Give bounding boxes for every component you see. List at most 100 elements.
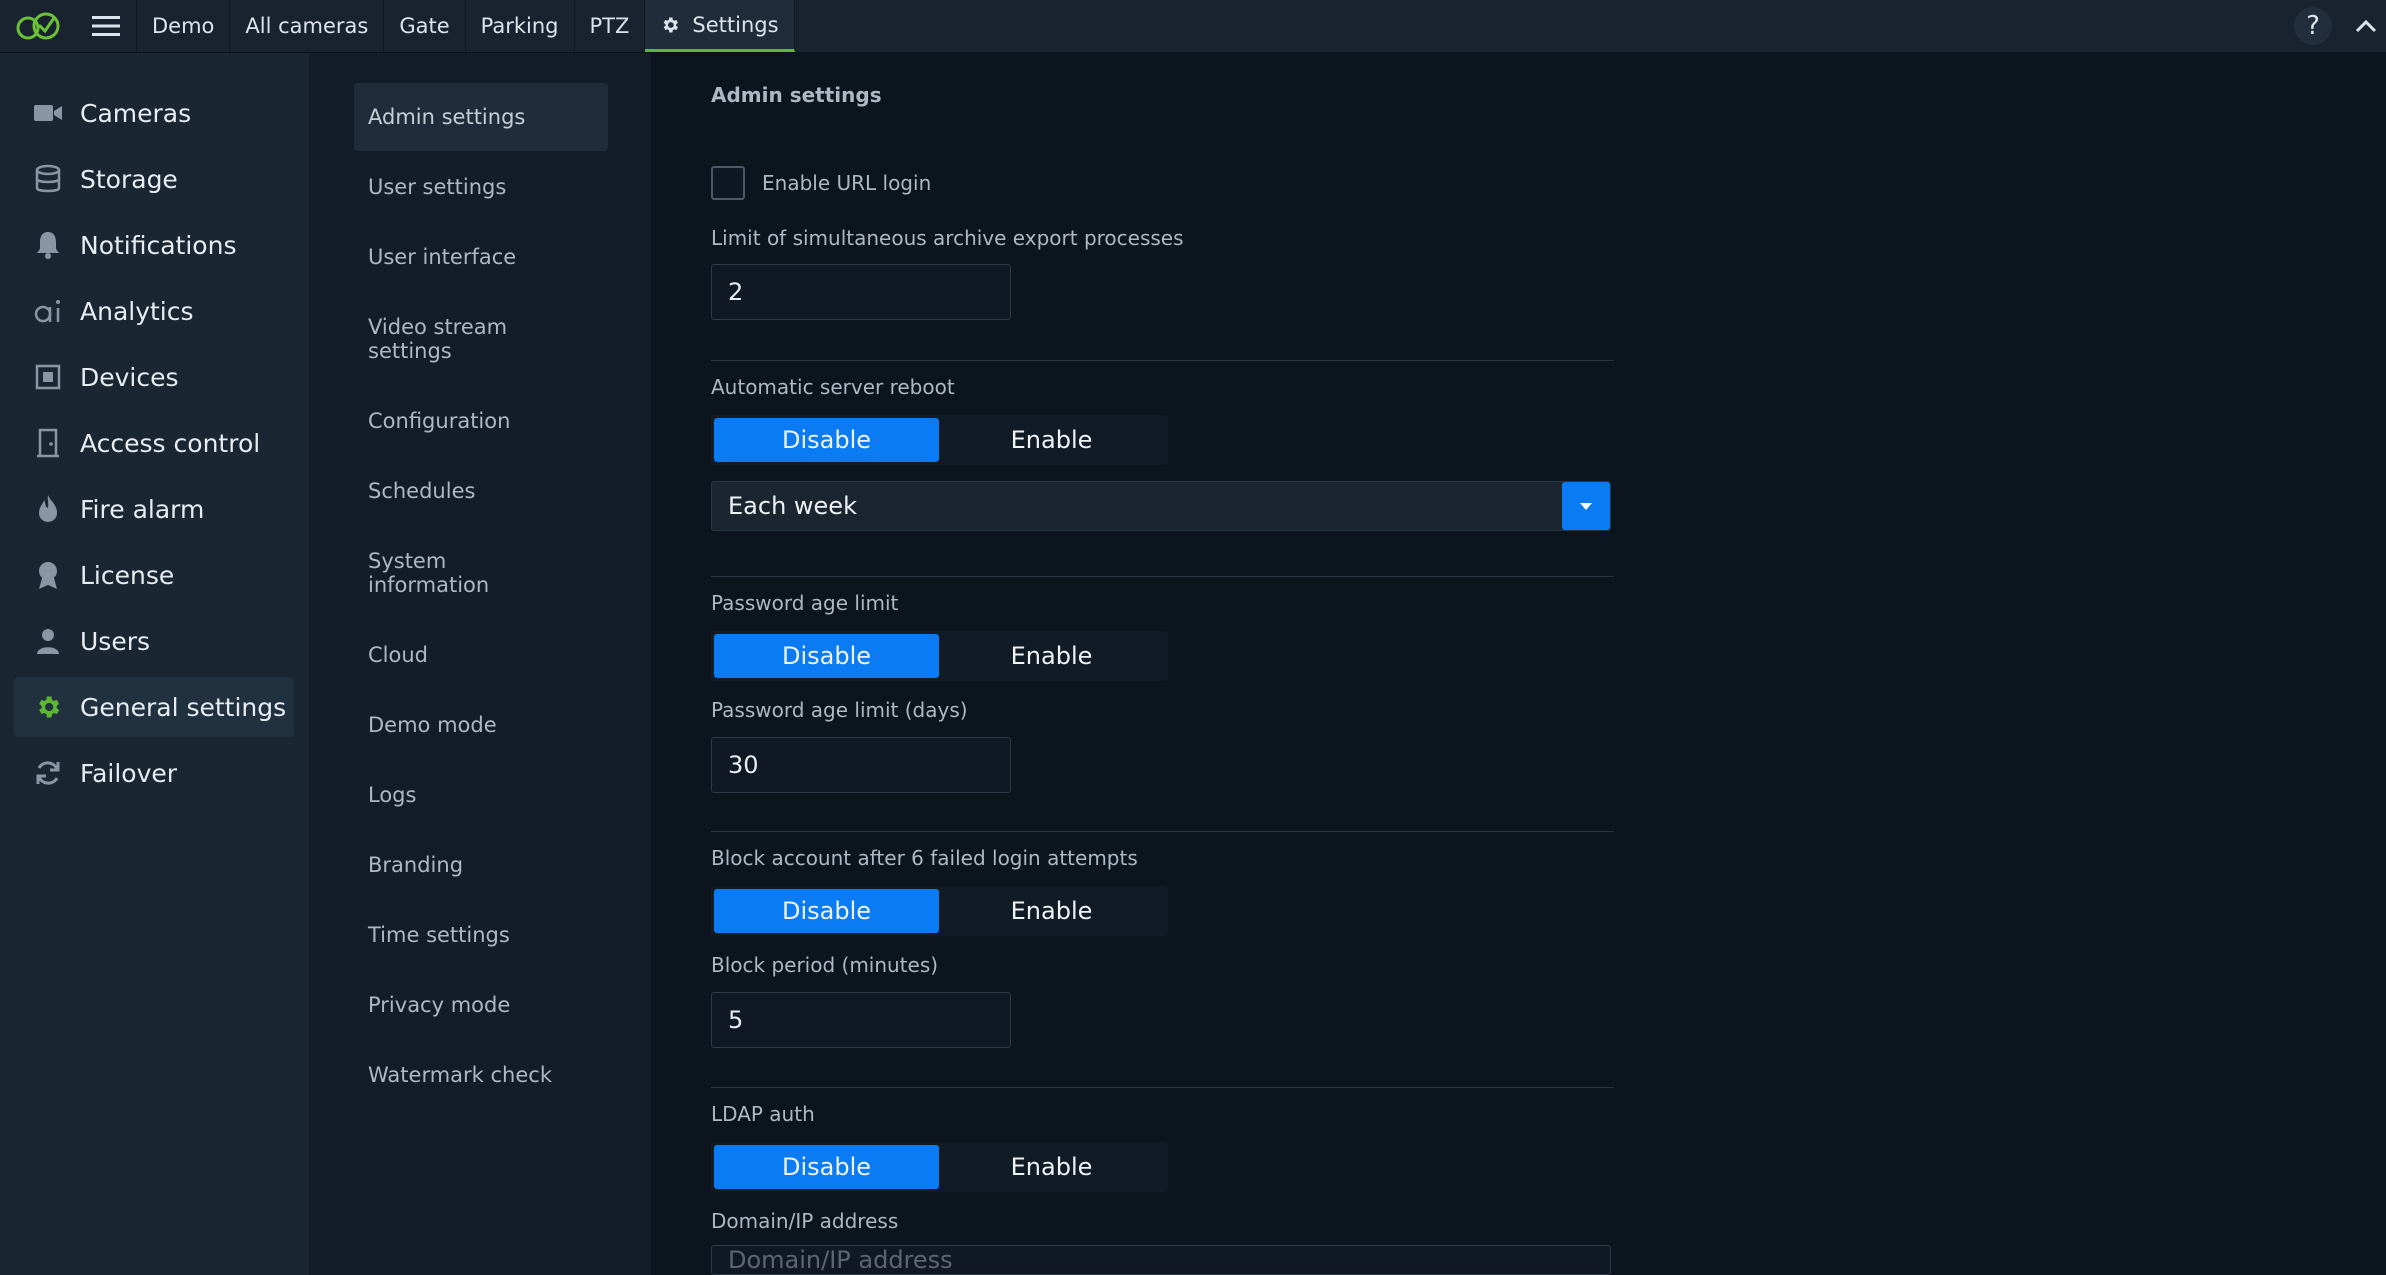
submenu-item-label: System information bbox=[368, 549, 490, 597]
logo-icon bbox=[16, 12, 60, 40]
submenu-item-label: Time settings bbox=[368, 923, 510, 947]
sidebar-item-label: Users bbox=[80, 626, 151, 656]
submenu-item-branding[interactable]: Branding bbox=[354, 853, 568, 877]
sidebar-item-label: Devices bbox=[80, 362, 179, 392]
sidebar-item-label: Cameras bbox=[80, 98, 192, 128]
camera-icon bbox=[32, 97, 64, 129]
server-reboot-enable-button[interactable]: Enable bbox=[939, 418, 1164, 462]
sidebar-item-users[interactable]: Users bbox=[14, 611, 294, 671]
award-icon bbox=[32, 559, 64, 591]
sidebar-item-notifications[interactable]: Notifications bbox=[14, 215, 294, 275]
block-period-input[interactable]: 5 bbox=[711, 992, 1011, 1048]
help-button[interactable]: ? bbox=[2294, 7, 2332, 45]
export-limit-label: Limit of simultaneous archive export pro… bbox=[711, 226, 1184, 250]
sidebar-item-failover[interactable]: Failover bbox=[14, 743, 294, 803]
collapse-button[interactable] bbox=[2354, 19, 2378, 33]
submenu-item-label: User settings bbox=[368, 175, 507, 199]
domain-ip-input[interactable]: Domain/IP address bbox=[711, 1245, 1611, 1275]
tab-label: Parking bbox=[480, 14, 559, 38]
gear-icon bbox=[32, 691, 64, 723]
divider bbox=[711, 576, 1614, 577]
sync-icon bbox=[32, 757, 64, 789]
ldap-enable-button[interactable]: Enable bbox=[939, 1145, 1164, 1189]
sidebar-item-access-control[interactable]: Access control bbox=[14, 413, 294, 473]
sidebar-item-label: Access control bbox=[80, 428, 261, 458]
sidebar: Cameras Storage Notifications Analytics … bbox=[0, 53, 309, 1275]
submenu-item-label: Admin settings bbox=[368, 105, 526, 129]
ldap-auth-toggle: Disable Enable bbox=[711, 1142, 1168, 1192]
submenu-item-configuration[interactable]: Configuration bbox=[354, 409, 568, 433]
server-reboot-label: Automatic server reboot bbox=[711, 375, 955, 399]
submenu-item-video-stream-settings[interactable]: Video stream settings bbox=[354, 315, 568, 363]
submenu-item-user-interface[interactable]: User interface bbox=[354, 245, 568, 269]
sidebar-item-license[interactable]: License bbox=[14, 545, 294, 605]
reboot-schedule-select[interactable]: Each week bbox=[711, 481, 1611, 531]
submenu-item-privacy-mode[interactable]: Privacy mode bbox=[354, 993, 568, 1017]
submenu-item-label: Video stream settings bbox=[368, 315, 508, 363]
dropdown-button[interactable] bbox=[1562, 482, 1610, 530]
divider bbox=[711, 360, 1614, 361]
tab-ptz[interactable]: PTZ bbox=[575, 0, 646, 52]
password-age-days-input[interactable]: 30 bbox=[711, 737, 1011, 793]
password-age-days-label: Password age limit (days) bbox=[711, 698, 968, 722]
export-limit-input[interactable]: 2 bbox=[711, 264, 1011, 320]
block-account-toggle: Disable Enable bbox=[711, 886, 1168, 936]
submenu-item-system-information[interactable]: System information bbox=[354, 549, 568, 597]
menu-button[interactable] bbox=[76, 0, 137, 52]
tab-settings[interactable]: Settings bbox=[645, 0, 795, 52]
gear-icon bbox=[660, 15, 680, 35]
caret-down-icon bbox=[1580, 502, 1592, 510]
submenu-item-label: Privacy mode bbox=[368, 993, 511, 1017]
password-age-disable-button[interactable]: Disable bbox=[714, 634, 939, 678]
sidebar-item-label: License bbox=[80, 560, 175, 590]
sidebar-item-devices[interactable]: Devices bbox=[14, 347, 294, 407]
divider bbox=[711, 1087, 1614, 1088]
submenu-item-demo-mode[interactable]: Demo mode bbox=[354, 713, 568, 737]
user-icon bbox=[32, 625, 64, 657]
tab-label: Settings bbox=[692, 12, 779, 37]
block-account-label: Block account after 6 failed login attem… bbox=[711, 846, 1138, 870]
password-age-toggle: Disable Enable bbox=[711, 631, 1168, 681]
tab-demo[interactable]: Demo bbox=[137, 0, 231, 52]
sidebar-item-fire-alarm[interactable]: Fire alarm bbox=[14, 479, 294, 539]
app-logo[interactable] bbox=[0, 0, 76, 52]
url-login-label: Enable URL login bbox=[762, 171, 932, 195]
block-account-enable-button[interactable]: Enable bbox=[939, 889, 1164, 933]
sidebar-item-analytics[interactable]: Analytics bbox=[14, 281, 294, 341]
sidebar-item-label: Analytics bbox=[80, 296, 194, 326]
block-account-disable-button[interactable]: Disable bbox=[714, 889, 939, 933]
submenu-item-admin-settings[interactable]: Admin settings bbox=[354, 83, 608, 151]
submenu-item-label: Configuration bbox=[368, 409, 511, 433]
database-icon bbox=[32, 163, 64, 195]
submenu-item-time-settings[interactable]: Time settings bbox=[354, 923, 568, 947]
server-reboot-toggle: Disable Enable bbox=[711, 415, 1168, 465]
submenu-item-user-settings[interactable]: User settings bbox=[354, 175, 568, 199]
tab-gate[interactable]: Gate bbox=[384, 0, 466, 52]
flame-icon bbox=[32, 493, 64, 525]
submenu-item-label: Branding bbox=[368, 853, 464, 877]
tab-all-cameras[interactable]: All cameras bbox=[230, 0, 385, 52]
submenu-item-logs[interactable]: Logs bbox=[354, 783, 568, 807]
server-reboot-disable-button[interactable]: Disable bbox=[714, 418, 939, 462]
top-right-controls: ? bbox=[2294, 0, 2386, 52]
main-content: Admin settings Enable URL login Limit of… bbox=[651, 53, 2386, 1275]
ldap-disable-button[interactable]: Disable bbox=[714, 1145, 939, 1189]
tab-parking[interactable]: Parking bbox=[466, 0, 575, 52]
page-title: Admin settings bbox=[711, 83, 882, 107]
sidebar-item-label: Notifications bbox=[80, 230, 237, 260]
sidebar-item-cameras[interactable]: Cameras bbox=[14, 83, 294, 143]
door-icon bbox=[32, 427, 64, 459]
sidebar-item-label: Storage bbox=[80, 164, 178, 194]
sidebar-item-general-settings[interactable]: General settings bbox=[14, 677, 294, 737]
device-icon bbox=[32, 361, 64, 393]
sidebar-item-storage[interactable]: Storage bbox=[14, 149, 294, 209]
url-login-checkbox[interactable] bbox=[711, 166, 745, 200]
tab-label: Gate bbox=[399, 14, 450, 38]
submenu-item-watermark-check[interactable]: Watermark check bbox=[354, 1063, 568, 1087]
block-period-label: Block period (minutes) bbox=[711, 953, 939, 977]
submenu-item-cloud[interactable]: Cloud bbox=[354, 643, 568, 667]
sidebar-item-label: Failover bbox=[80, 758, 178, 788]
submenu-item-label: Demo mode bbox=[368, 713, 497, 737]
password-age-enable-button[interactable]: Enable bbox=[939, 634, 1164, 678]
submenu-item-schedules[interactable]: Schedules bbox=[354, 479, 568, 503]
